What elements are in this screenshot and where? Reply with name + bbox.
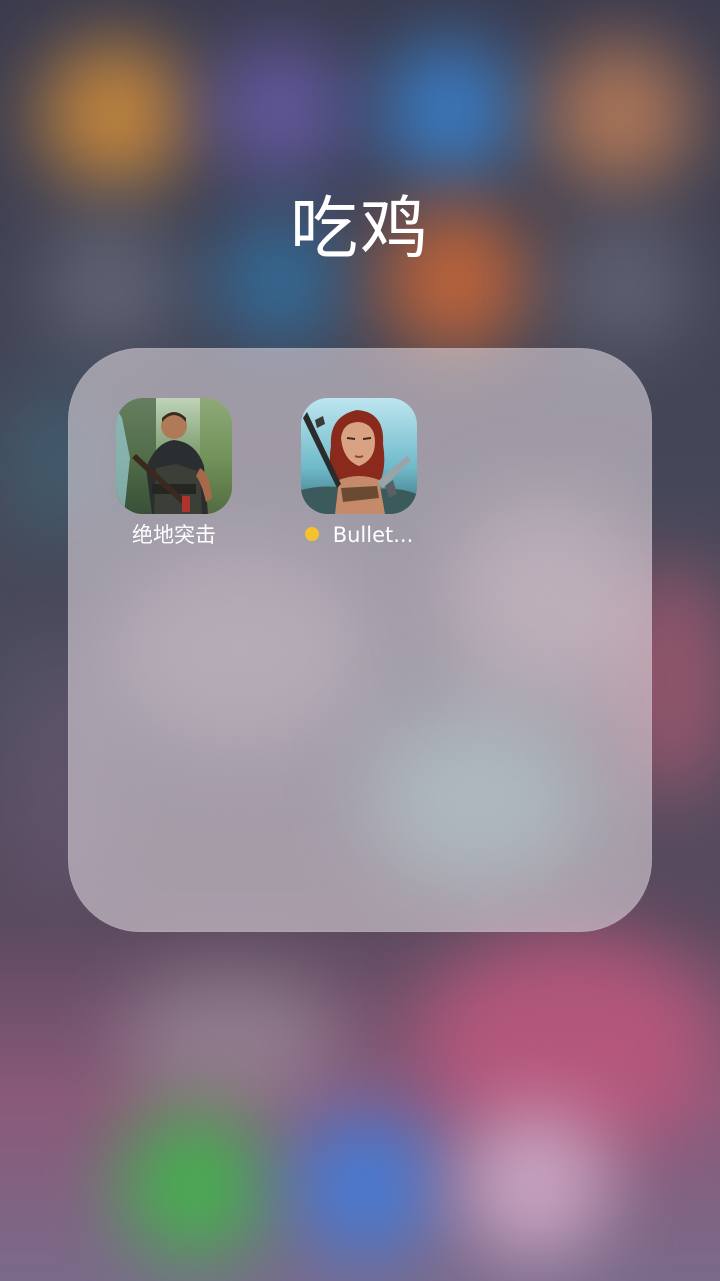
blurred-app-icon bbox=[210, 40, 350, 180]
app-item[interactable]: 绝地突击 bbox=[84, 398, 264, 558]
redhead-gunwoman-game-icon[interactable] bbox=[301, 398, 417, 514]
folder-title[interactable]: 吃鸡 bbox=[0, 188, 720, 272]
panel-tint bbox=[368, 708, 588, 888]
blurred-app-icon bbox=[120, 970, 340, 1110]
app-label: 绝地突击 bbox=[132, 523, 216, 547]
blurred-dock-app-icon bbox=[290, 1110, 440, 1260]
panel-tint bbox=[108, 548, 368, 748]
app-item[interactable]: Bullet... bbox=[269, 398, 449, 558]
panel-tint bbox=[448, 498, 648, 698]
blurred-dock-app-icon bbox=[460, 1110, 610, 1260]
blurred-app-icon bbox=[380, 40, 520, 180]
folder-panel: 绝地突击 Bullet... bbox=[68, 348, 652, 932]
update-dot-icon bbox=[304, 527, 319, 541]
blurred-app-icon bbox=[40, 40, 190, 190]
app-label-row: Bullet... bbox=[269, 520, 449, 550]
blurred-dock-app-icon bbox=[120, 1110, 270, 1260]
blurred-app-icon bbox=[545, 40, 695, 190]
soldier-back-game-icon[interactable] bbox=[116, 398, 232, 514]
blurred-app-icon bbox=[420, 930, 720, 1150]
app-label: Bullet... bbox=[332, 523, 414, 547]
